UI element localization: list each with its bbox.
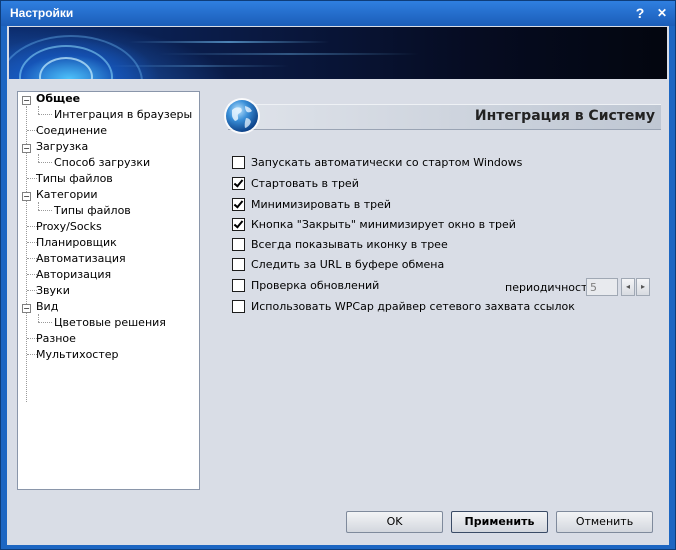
tree-item-authorization[interactable]: Авторизация <box>36 268 111 282</box>
tree-item-connection[interactable]: Соединение <box>36 124 107 138</box>
tree-item-browser-integration[interactable]: Интеграция в браузеры <box>54 108 192 122</box>
wpcap-driver-checkbox[interactable] <box>232 299 245 313</box>
help-button[interactable]: ? <box>631 4 649 22</box>
title-bar[interactable]: Настройки ? ✕ <box>1 1 675 26</box>
tree-item-misc[interactable]: Разное <box>36 332 76 346</box>
tree-item-scheduler[interactable]: Планировщик <box>36 236 117 250</box>
option-close-minimizes[interactable]: Кнопка "Закрыть" минимизирует окно в тре… <box>232 217 516 233</box>
update-period-decrement-button[interactable]: ◂ <box>621 278 635 296</box>
globe-icon <box>224 98 260 134</box>
settings-window: Настройки ? ✕ − Общее Интеграция в брауз… <box>0 0 676 550</box>
tree-item-download[interactable]: Загрузка <box>36 140 88 154</box>
option-start-in-tray[interactable]: Стартовать в трей <box>232 176 359 192</box>
tree-item-category-file-types[interactable]: Типы файлов <box>54 204 131 218</box>
minimize-to-tray-label: Минимизировать в трей <box>251 198 392 211</box>
tree-item-general[interactable]: Общее <box>36 92 80 106</box>
close-minimizes-label: Кнопка "Закрыть" минимизирует окно в тре… <box>251 218 516 231</box>
monitor-clipboard-checkbox[interactable] <box>232 257 245 271</box>
tree-toggle-icon[interactable]: − <box>22 144 31 153</box>
tree-item-color-schemes[interactable]: Цветовые решения <box>54 316 166 330</box>
tree-toggle-icon[interactable]: − <box>22 304 31 313</box>
check-updates-checkbox[interactable] <box>232 278 245 292</box>
wpcap-driver-label: Использовать WPCap драйвер сетевого захв… <box>251 300 575 313</box>
tree-item-view[interactable]: Вид <box>36 300 58 314</box>
update-period-input[interactable]: 5 <box>586 278 618 296</box>
ok-button[interactable]: OK <box>346 511 443 533</box>
tree-toggle-icon[interactable]: − <box>22 192 31 201</box>
header-banner <box>9 27 667 79</box>
monitor-clipboard-label: Следить за URL в буфере обмена <box>251 258 445 271</box>
autostart-checkbox[interactable] <box>232 155 245 169</box>
update-period-increment-button[interactable]: ▸ <box>636 278 650 296</box>
tree-item-automation[interactable]: Автоматизация <box>36 252 126 266</box>
autostart-label: Запускать автоматически со стартом Windo… <box>251 156 523 169</box>
option-wpcap-driver[interactable]: Использовать WPCap драйвер сетевого захв… <box>232 299 575 315</box>
apply-button[interactable]: Применить <box>451 511 548 533</box>
settings-tree[interactable]: − Общее Интеграция в браузеры Соединение… <box>17 91 200 490</box>
tree-item-download-method[interactable]: Способ загрузки <box>54 156 150 170</box>
option-minimize-to-tray[interactable]: Минимизировать в трей <box>232 197 391 213</box>
tree-item-sounds[interactable]: Звуки <box>36 284 70 298</box>
option-check-updates[interactable]: Проверка обновлений <box>232 278 379 294</box>
tree-item-multihoster[interactable]: Мультихостер <box>36 348 119 362</box>
option-always-show-tray-icon[interactable]: Всегда показывать иконку в трее <box>232 237 448 253</box>
start-in-tray-checkbox[interactable] <box>232 176 245 190</box>
tree-toggle-icon[interactable]: − <box>22 96 31 105</box>
section-header: Интеграция в Систему <box>228 104 661 130</box>
tree-item-file-types[interactable]: Типы файлов <box>36 172 113 186</box>
tree-item-proxy[interactable]: Proxy/Socks <box>36 220 102 234</box>
minimize-to-tray-checkbox[interactable] <box>232 197 245 211</box>
window-title: Настройки <box>10 6 74 20</box>
option-autostart[interactable]: Запускать автоматически со стартом Windo… <box>232 155 522 171</box>
close-minimizes-checkbox[interactable] <box>232 217 245 231</box>
tree-item-categories[interactable]: Категории <box>36 188 98 202</box>
section-title: Интеграция в Систему <box>474 108 655 124</box>
check-updates-label: Проверка обновлений <box>251 279 380 292</box>
cancel-button[interactable]: Отменить <box>556 511 653 533</box>
option-monitor-clipboard[interactable]: Следить за URL в буфере обмена <box>232 257 444 273</box>
always-show-tray-icon-label: Всегда показывать иконку в трее <box>251 238 448 251</box>
start-in-tray-label: Стартовать в трей <box>251 177 359 190</box>
close-button[interactable]: ✕ <box>653 4 671 22</box>
always-show-tray-icon-checkbox[interactable] <box>232 237 245 251</box>
update-period-label: периодичность <box>505 281 594 294</box>
